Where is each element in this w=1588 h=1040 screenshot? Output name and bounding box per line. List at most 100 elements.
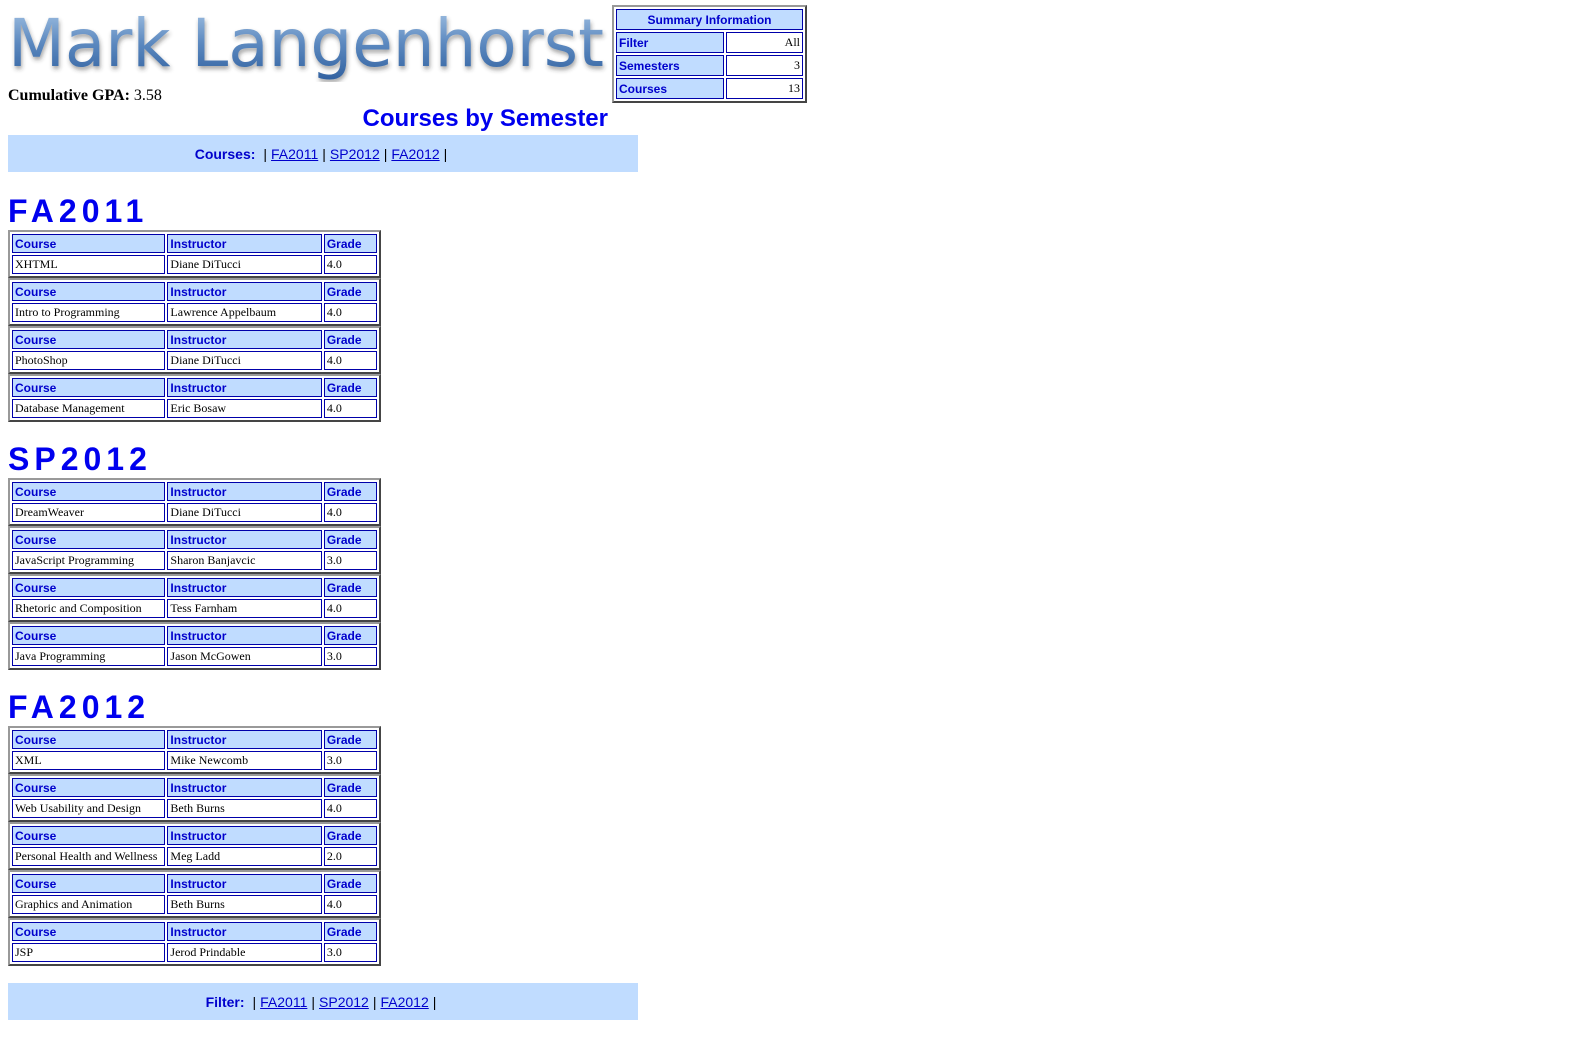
column-header-course: Course xyxy=(12,922,166,941)
column-header-instructor: Instructor xyxy=(167,330,322,349)
course-header-row: Course Instructor Grade xyxy=(12,530,377,549)
semester-title: FA2012 xyxy=(8,689,151,725)
semester-section: SP2012 Course Instructor Grade DreamWeaver Di… xyxy=(8,440,381,670)
column-header-course: Course xyxy=(12,626,166,645)
course-instructor-cell: Meg Ladd xyxy=(167,847,322,866)
nav-link-fa2012[interactable]: FA2012 xyxy=(391,146,439,162)
course-instructor-cell: Diane DiTucci xyxy=(167,255,322,274)
course-header-row: Course Instructor Grade xyxy=(12,874,377,893)
filter-link-fa2012[interactable]: FA2012 xyxy=(380,994,428,1010)
course-course-cell: PhotoShop xyxy=(12,351,166,370)
column-header-grade: Grade xyxy=(323,282,377,301)
course-course-cell: JSP xyxy=(12,943,166,962)
course-instructor-cell: Tess Farnham xyxy=(167,599,322,618)
gpa-label: Cumulative GPA: xyxy=(8,87,130,104)
column-header-course: Course xyxy=(12,482,166,501)
course-instructor-cell: Lawrence Appelbaum xyxy=(167,303,322,322)
column-header-instructor: Instructor xyxy=(167,578,322,597)
course-row: Intro to Programming Lawrence Appelbaum 4.… xyxy=(12,303,377,322)
summary-box: Summary Information Filter All Semesters… xyxy=(612,5,807,103)
course-course-cell: DreamWeaver xyxy=(12,503,166,522)
column-header-course: Course xyxy=(12,874,166,893)
course-header-row: Course Instructor Grade xyxy=(12,282,377,301)
course-grade-cell: 4.0 xyxy=(323,399,377,418)
course-table: Course Instructor Grade Database Management… xyxy=(8,374,381,422)
name-logo: Mark Langenhorst xyxy=(8,0,608,82)
course-instructor-cell: Diane DiTucci xyxy=(167,503,322,522)
column-header-course: Course xyxy=(12,578,166,597)
nav-link-sp2012[interactable]: SP2012 xyxy=(330,146,380,162)
course-instructor-cell: Beth Burns xyxy=(167,895,322,914)
column-header-instructor: Instructor xyxy=(167,826,322,845)
column-header-grade: Grade xyxy=(323,874,377,893)
course-grade-cell: 4.0 xyxy=(323,799,377,818)
course-instructor-cell: Jason McGowen xyxy=(167,647,322,666)
summary-title: Summary Information xyxy=(616,9,803,30)
summary-label: Semesters xyxy=(616,55,724,76)
summary-row: Courses 13 xyxy=(616,78,803,99)
semester-title: SP2012 xyxy=(8,441,152,477)
course-row: JavaScript Programming Sharon Banjavcic 3.… xyxy=(12,551,377,570)
summary-row: Semesters 3 xyxy=(616,55,803,76)
column-header-instructor: Instructor xyxy=(167,922,322,941)
column-header-instructor: Instructor xyxy=(167,282,322,301)
course-table: Course Instructor Grade PhotoShop Diane DiTu… xyxy=(8,326,381,374)
course-table: Course Instructor Grade Intro to Programmin… xyxy=(8,278,381,326)
course-course-cell: Graphics and Animation xyxy=(12,895,166,914)
course-course-cell: XHTML xyxy=(12,255,166,274)
summary-value: 3 xyxy=(725,55,803,76)
course-course-cell: Java Programming xyxy=(12,647,166,666)
summary-value: 13 xyxy=(725,78,803,99)
column-header-grade: Grade xyxy=(323,922,377,941)
course-table: Course Instructor Grade Personal Health and… xyxy=(8,822,381,870)
filter-link-fa2011[interactable]: FA2011 xyxy=(260,994,307,1010)
course-row: XHTML Diane DiTucci 4.0 xyxy=(12,255,377,274)
column-header-instructor: Instructor xyxy=(167,378,322,397)
course-row: Personal Health and Wellness Meg Ladd 2.0 xyxy=(12,847,377,866)
course-table: Course Instructor Grade JavaScript Programm… xyxy=(8,526,381,574)
column-header-instructor: Instructor xyxy=(167,234,322,253)
course-course-cell: Rhetoric and Composition xyxy=(12,599,166,618)
course-instructor-cell: Eric Bosaw xyxy=(167,399,322,418)
semester-title: FA2011 xyxy=(8,193,149,229)
column-header-grade: Grade xyxy=(323,578,377,597)
column-header-instructor: Instructor xyxy=(167,730,322,749)
course-grade-cell: 3.0 xyxy=(323,647,377,666)
course-grade-cell: 4.0 xyxy=(323,503,377,522)
column-header-course: Course xyxy=(12,330,166,349)
summary-row: Filter All xyxy=(616,32,803,53)
column-header-grade: Grade xyxy=(323,234,377,253)
gpa-line: Cumulative GPA: 3.58 xyxy=(8,87,162,105)
course-row: Web Usability and Design Beth Burns 4.0 xyxy=(12,799,377,818)
column-header-instructor: Instructor xyxy=(167,530,322,549)
course-grade-cell: 2.0 xyxy=(323,847,377,866)
filter-link-sp2012[interactable]: SP2012 xyxy=(319,994,369,1010)
course-header-row: Course Instructor Grade xyxy=(12,826,377,845)
course-table: Course Instructor Grade Web Usability and D… xyxy=(8,774,381,822)
column-header-instructor: Instructor xyxy=(167,778,322,797)
course-row: Graphics and Animation Beth Burns 4.0 xyxy=(12,895,377,914)
course-header-row: Course Instructor Grade xyxy=(12,378,377,397)
course-course-cell: Intro to Programming xyxy=(12,303,166,322)
course-grade-cell: 4.0 xyxy=(323,255,377,274)
column-header-course: Course xyxy=(12,282,166,301)
column-header-course: Course xyxy=(12,778,166,797)
courses-nav: Courses: | FA2011 | SP2012 | FA2012 | xyxy=(8,135,638,172)
column-header-grade: Grade xyxy=(323,730,377,749)
course-table: Course Instructor Grade XML Mike Newcomb 3.0 xyxy=(8,726,381,774)
course-header-row: Course Instructor Grade xyxy=(12,922,377,941)
course-instructor-cell: Beth Burns xyxy=(167,799,322,818)
course-grade-cell: 4.0 xyxy=(323,351,377,370)
filter-nav: Filter: | FA2011 | SP2012 | FA2012 | xyxy=(8,983,638,1020)
course-header-row: Course Instructor Grade xyxy=(12,330,377,349)
column-header-grade: Grade xyxy=(323,378,377,397)
nav-link-fa2011[interactable]: FA2011 xyxy=(271,146,318,162)
course-course-cell: XML xyxy=(12,751,166,770)
filter-nav-label: Filter: xyxy=(205,993,245,1010)
column-header-grade: Grade xyxy=(323,778,377,797)
column-header-grade: Grade xyxy=(323,530,377,549)
course-grade-cell: 4.0 xyxy=(323,599,377,618)
course-course-cell: Database Management xyxy=(12,399,166,418)
column-header-course: Course xyxy=(12,730,166,749)
column-header-grade: Grade xyxy=(323,826,377,845)
